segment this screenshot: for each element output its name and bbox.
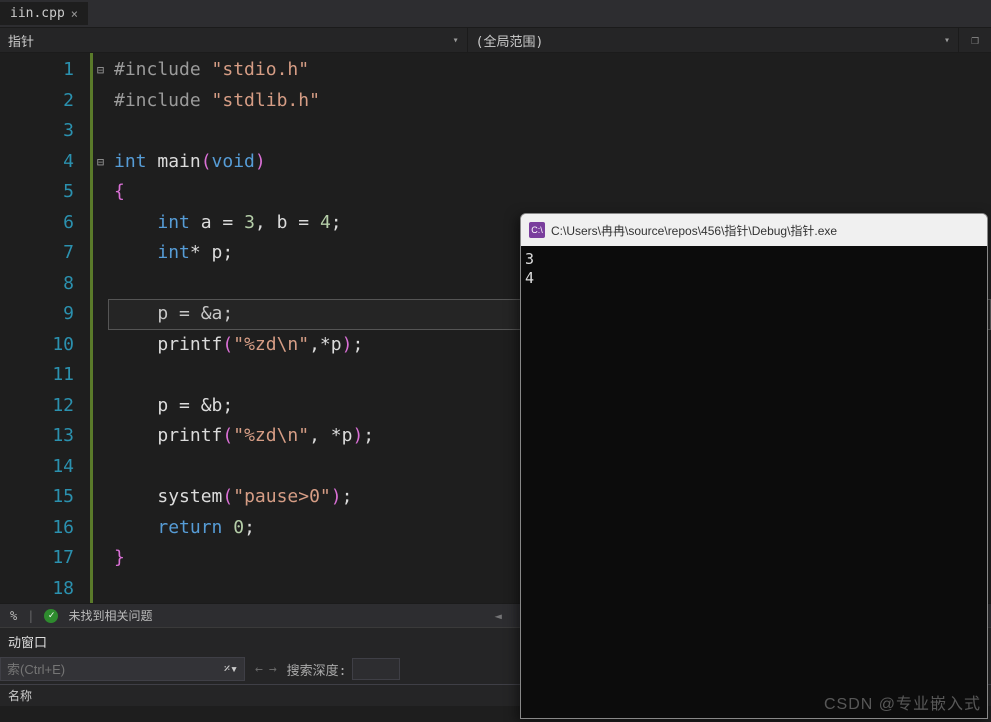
context-left[interactable]: 指针 ▾ xyxy=(0,28,468,52)
issues-text: 未找到相关问题 xyxy=(68,607,152,624)
console-titlebar[interactable]: C:\ C:\Users\冉冉\source\repos\456\指针\Debu… xyxy=(521,214,987,246)
console-icon: C:\ xyxy=(529,222,545,238)
search-icon[interactable]: 𝄎▾ xyxy=(224,662,238,677)
console-output: 3 4 xyxy=(521,246,987,718)
context-right-label: (全局范围) xyxy=(476,31,544,50)
context-aux[interactable]: ❐ xyxy=(959,28,991,52)
percent-label: % xyxy=(6,609,17,623)
line-gutter: 123 456 789 101112 131415 161718 xyxy=(0,53,90,603)
check-icon: ✓ xyxy=(44,609,58,623)
watermark: CSDN @专业嵌入式 xyxy=(824,690,981,714)
console-window[interactable]: C:\ C:\Users\冉冉\source\repos\456\指针\Debu… xyxy=(520,213,988,719)
console-title-text: C:\Users\冉冉\source\repos\456\指针\Debug\指针… xyxy=(551,222,837,239)
context-right[interactable]: (全局范围) ▾ xyxy=(468,28,959,52)
depth-input[interactable] xyxy=(352,658,400,680)
nav-arrows: ← → xyxy=(245,662,287,677)
fold-bar[interactable]: ⊟ ⊟ xyxy=(90,53,108,603)
chevron-down-icon: ▾ xyxy=(453,35,459,46)
file-tab[interactable]: iin.cpp × xyxy=(0,2,88,25)
depth-label: 搜索深度: xyxy=(287,660,347,679)
arrow-right-icon[interactable]: → xyxy=(269,662,277,677)
arrow-left-icon[interactable]: ← xyxy=(255,662,263,677)
chevron-down-icon: ▾ xyxy=(944,35,950,46)
close-icon[interactable]: × xyxy=(71,7,78,21)
context-left-label: 指针 xyxy=(8,31,34,50)
cube-icon: ❐ xyxy=(971,33,979,48)
divider: | xyxy=(27,609,34,623)
search-input-wrapper[interactable]: 𝄎▾ xyxy=(0,657,245,681)
arrow-left-icon[interactable]: ◄ xyxy=(495,609,502,623)
search-input[interactable] xyxy=(7,662,224,677)
tabs-bar: iin.cpp × xyxy=(0,0,991,28)
context-bar: 指针 ▾ (全局范围) ▾ ❐ xyxy=(0,28,991,53)
tab-label: iin.cpp xyxy=(10,6,65,21)
